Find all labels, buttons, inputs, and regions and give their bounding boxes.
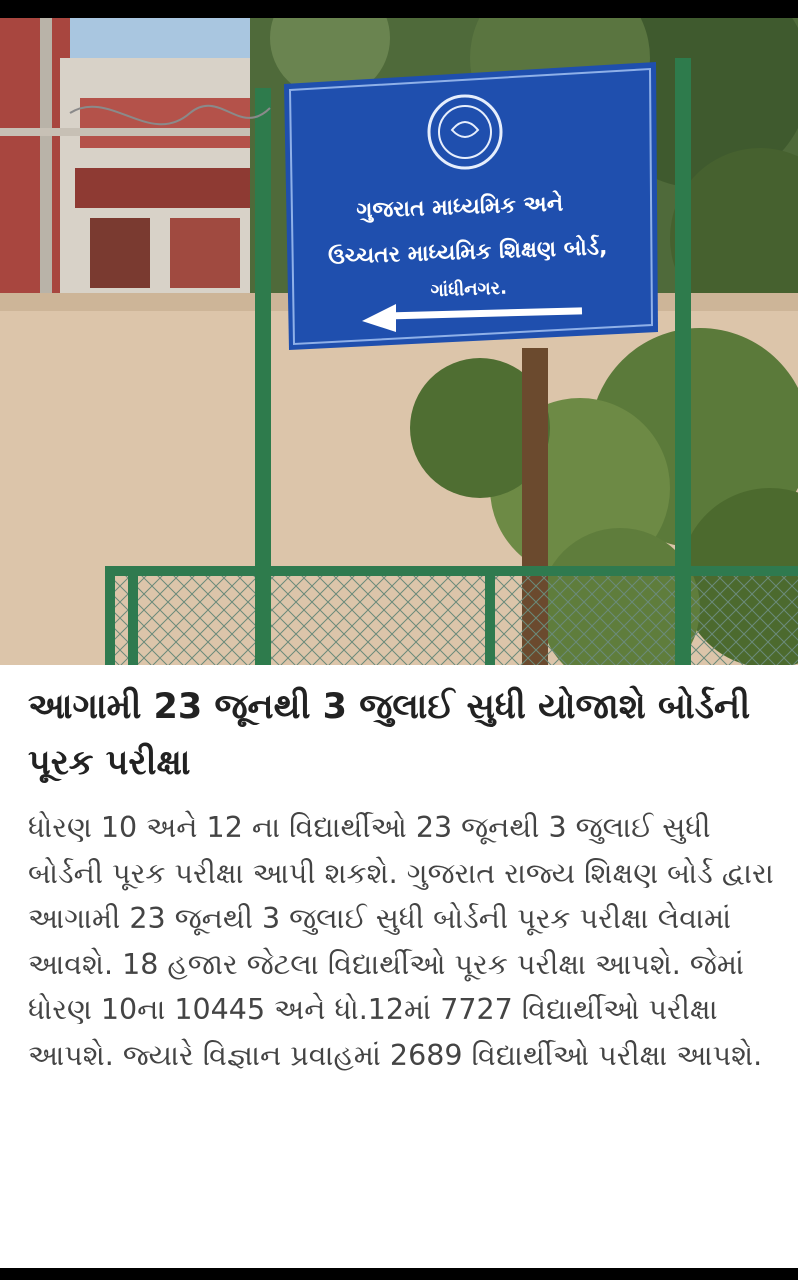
news-photo: ગુજરાત માધ્યમિક અને ઉચ્ચતર માધ્યમિક શિક્… <box>0 18 798 665</box>
top-bar <box>0 0 798 18</box>
sign-line3: ગાંધીનગર. <box>430 277 507 302</box>
building <box>0 18 290 318</box>
sign-board: ગુજરાત માધ્યમિક અને ઉચ્ચતર માધ્યમિક શિક્… <box>284 62 658 350</box>
article-body: ધોરણ 10 અને 12 ના વિદ્યાર્થીઓ 23 જૂનથી 3… <box>28 811 774 1072</box>
bottom-bar <box>0 1268 798 1280</box>
article-card: આગામી 23 જૂનથી 3 જુલાઈ સુધી યોજાશે બોર્ડ… <box>0 665 798 1268</box>
article-headline: આગામી 23 જૂનથી 3 જુલાઈ સુધી યોજાશે બોર્ડ… <box>28 687 751 783</box>
